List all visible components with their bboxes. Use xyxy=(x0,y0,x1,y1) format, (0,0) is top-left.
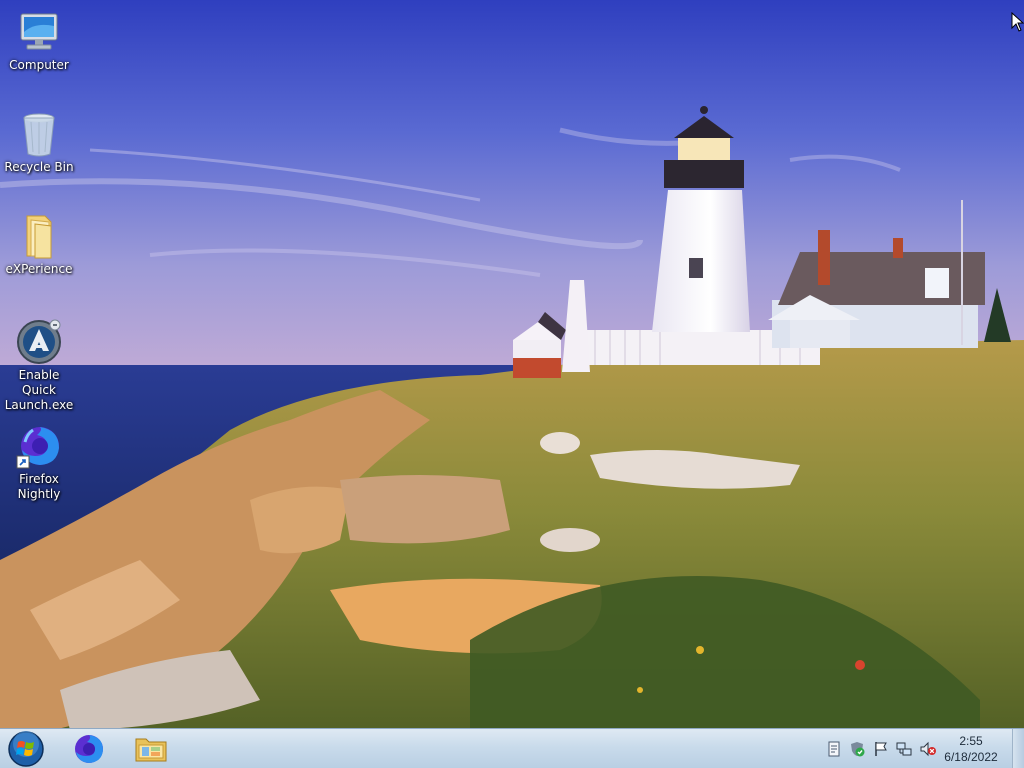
clock[interactable]: 2:55 6/18/2022 xyxy=(936,733,1006,765)
taskbar-file-explorer-button[interactable] xyxy=(124,731,178,767)
file-explorer-icon xyxy=(135,738,167,762)
flag-icon[interactable] xyxy=(873,741,889,757)
clock-date: 6/18/2022 xyxy=(944,750,998,764)
desktop-icon-label: Enable Quick Launch.exe xyxy=(4,368,74,412)
taskbar: 2:55 6/18/2022 xyxy=(0,728,1024,768)
action-center-notes-icon[interactable] xyxy=(826,741,842,757)
taskbar-firefox-nightly-button[interactable] xyxy=(62,731,116,767)
desktop-icon-computer[interactable]: Computer xyxy=(1,8,77,73)
desktop-icon-recycle-bin[interactable]: Recycle Bin xyxy=(1,110,77,175)
firefox-nightly-icon xyxy=(75,735,103,763)
folder-icon xyxy=(26,215,52,259)
computer-icon xyxy=(20,13,58,50)
desktop: Computer Recycle Bin eXPerience Enable Q… xyxy=(0,0,1024,768)
start-button[interactable] xyxy=(6,730,46,768)
firefox-nightly-icon xyxy=(16,427,59,469)
desktop-icon-label: Recycle Bin xyxy=(4,160,74,174)
desktop-icon-label: Computer xyxy=(9,58,69,72)
desktop-icon-label: Firefox Nightly xyxy=(17,472,61,501)
clock-time: 2:55 xyxy=(959,734,983,748)
speaker-muted-icon[interactable] xyxy=(920,741,936,757)
quick-launch-app-icon xyxy=(17,319,61,364)
desktop-icon-label: eXPerience xyxy=(5,262,73,276)
mouse-cursor-icon xyxy=(1011,12,1024,32)
desktop-icon-enable-quick-launch[interactable]: Enable Quick Launch.exe xyxy=(1,318,77,413)
security-shield-icon[interactable] xyxy=(849,741,865,757)
desktop-icon-experience[interactable]: eXPerience xyxy=(1,212,77,277)
network-icon[interactable] xyxy=(896,741,912,757)
desktop-icon-firefox-nightly[interactable]: Firefox Nightly xyxy=(1,422,77,502)
recycle-bin-icon xyxy=(23,113,55,157)
wallpaper-lighthouse xyxy=(0,0,1024,768)
notification-area: 2:55 6/18/2022 xyxy=(814,729,1024,768)
show-desktop-button[interactable] xyxy=(1012,729,1024,768)
windows-start-orb-icon xyxy=(8,731,44,767)
